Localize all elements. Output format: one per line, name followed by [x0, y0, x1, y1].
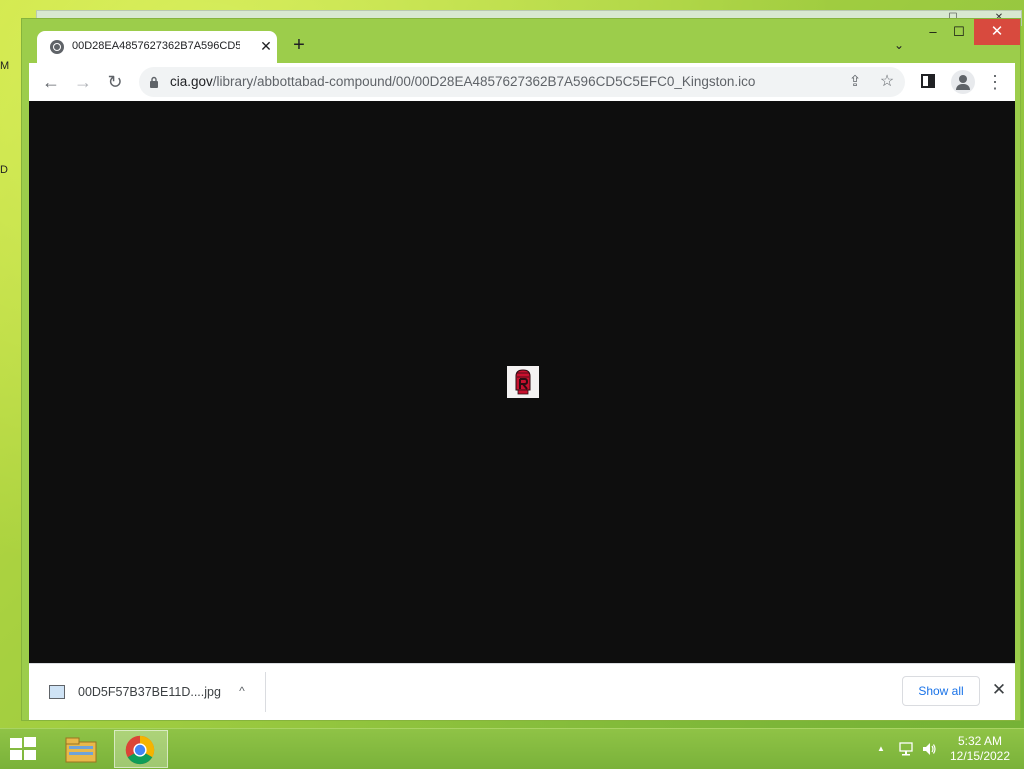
url-domain: cia.gov — [170, 74, 213, 89]
lock-icon[interactable] — [149, 76, 159, 88]
desktop-icon-label[interactable]: D — [0, 164, 22, 178]
chrome-icon — [125, 735, 155, 765]
chrome-window: – ☐ ✕ 00D28EA4857627362B7A596CD5 ✕ + ⌄ ←… — [21, 18, 1021, 721]
chevron-up-icon[interactable]: ^ — [233, 682, 251, 700]
tab-title: 00D28EA4857627362B7A596CD5 — [72, 40, 240, 52]
forward-arrow-icon[interactable]: → — [71, 70, 95, 94]
globe-icon — [50, 40, 64, 54]
close-icon[interactable]: ✕ — [990, 680, 1008, 700]
download-item-name[interactable]: 00D5F57B37BE11D....jpg — [78, 685, 221, 699]
address-bar[interactable]: cia.gov/library/abbottabad-compound/00/0… — [139, 67, 905, 97]
kingston-icon-image — [507, 366, 539, 398]
shelf-divider — [265, 672, 266, 712]
show-all-button[interactable]: Show all — [902, 676, 980, 706]
chrome-taskbar-button[interactable] — [114, 730, 168, 768]
clock-time: 5:32 AM — [957, 734, 1003, 748]
url-text[interactable]: cia.gov/library/abbottabad-compound/00/0… — [170, 74, 755, 89]
file-explorer-icon[interactable] — [59, 731, 103, 767]
windows-start-icon[interactable] — [10, 737, 38, 761]
taskbar-clock[interactable]: 5:32 AM 12/15/2022 — [940, 734, 1020, 764]
share-icon[interactable]: ⇪ — [843, 70, 867, 94]
close-icon[interactable]: ✕ — [257, 37, 275, 55]
clock-date: 12/15/2022 — [949, 749, 1011, 763]
reload-icon[interactable]: ↻ — [103, 70, 127, 94]
browser-toolbar: ← → ↻ cia.gov/library/abbottabad-compoun… — [29, 63, 1015, 101]
tray-overflow-icon[interactable]: ▲ — [877, 744, 885, 753]
desktop-icon-label[interactable]: M — [0, 60, 22, 74]
download-shelf: 00D5F57B37BE11D....jpg ^ Show all ✕ — [29, 663, 1015, 720]
tab-strip: 00D28EA4857627362B7A596CD5 ✕ + ⌄ — [29, 19, 1015, 63]
volume-icon[interactable] — [921, 741, 937, 757]
network-icon[interactable] — [898, 741, 914, 757]
back-arrow-icon[interactable]: ← — [39, 70, 63, 94]
image-file-icon — [49, 685, 65, 699]
kebab-menu-icon[interactable]: ⋮ — [983, 70, 1007, 94]
side-panel-icon[interactable] — [921, 74, 935, 88]
star-icon[interactable]: ☆ — [875, 70, 899, 94]
taskbar: ▲ 5:32 AM 12/15/2022 — [0, 728, 1024, 769]
chevron-down-icon[interactable]: ⌄ — [889, 35, 909, 55]
new-tab-button[interactable]: + — [287, 33, 311, 57]
url-path: /library/abbottabad-compound/00/00D28EA4… — [212, 74, 756, 89]
profile-icon[interactable] — [951, 70, 975, 94]
tab-active[interactable]: 00D28EA4857627362B7A596CD5 ✕ — [37, 31, 277, 63]
page-viewport — [29, 101, 1015, 663]
